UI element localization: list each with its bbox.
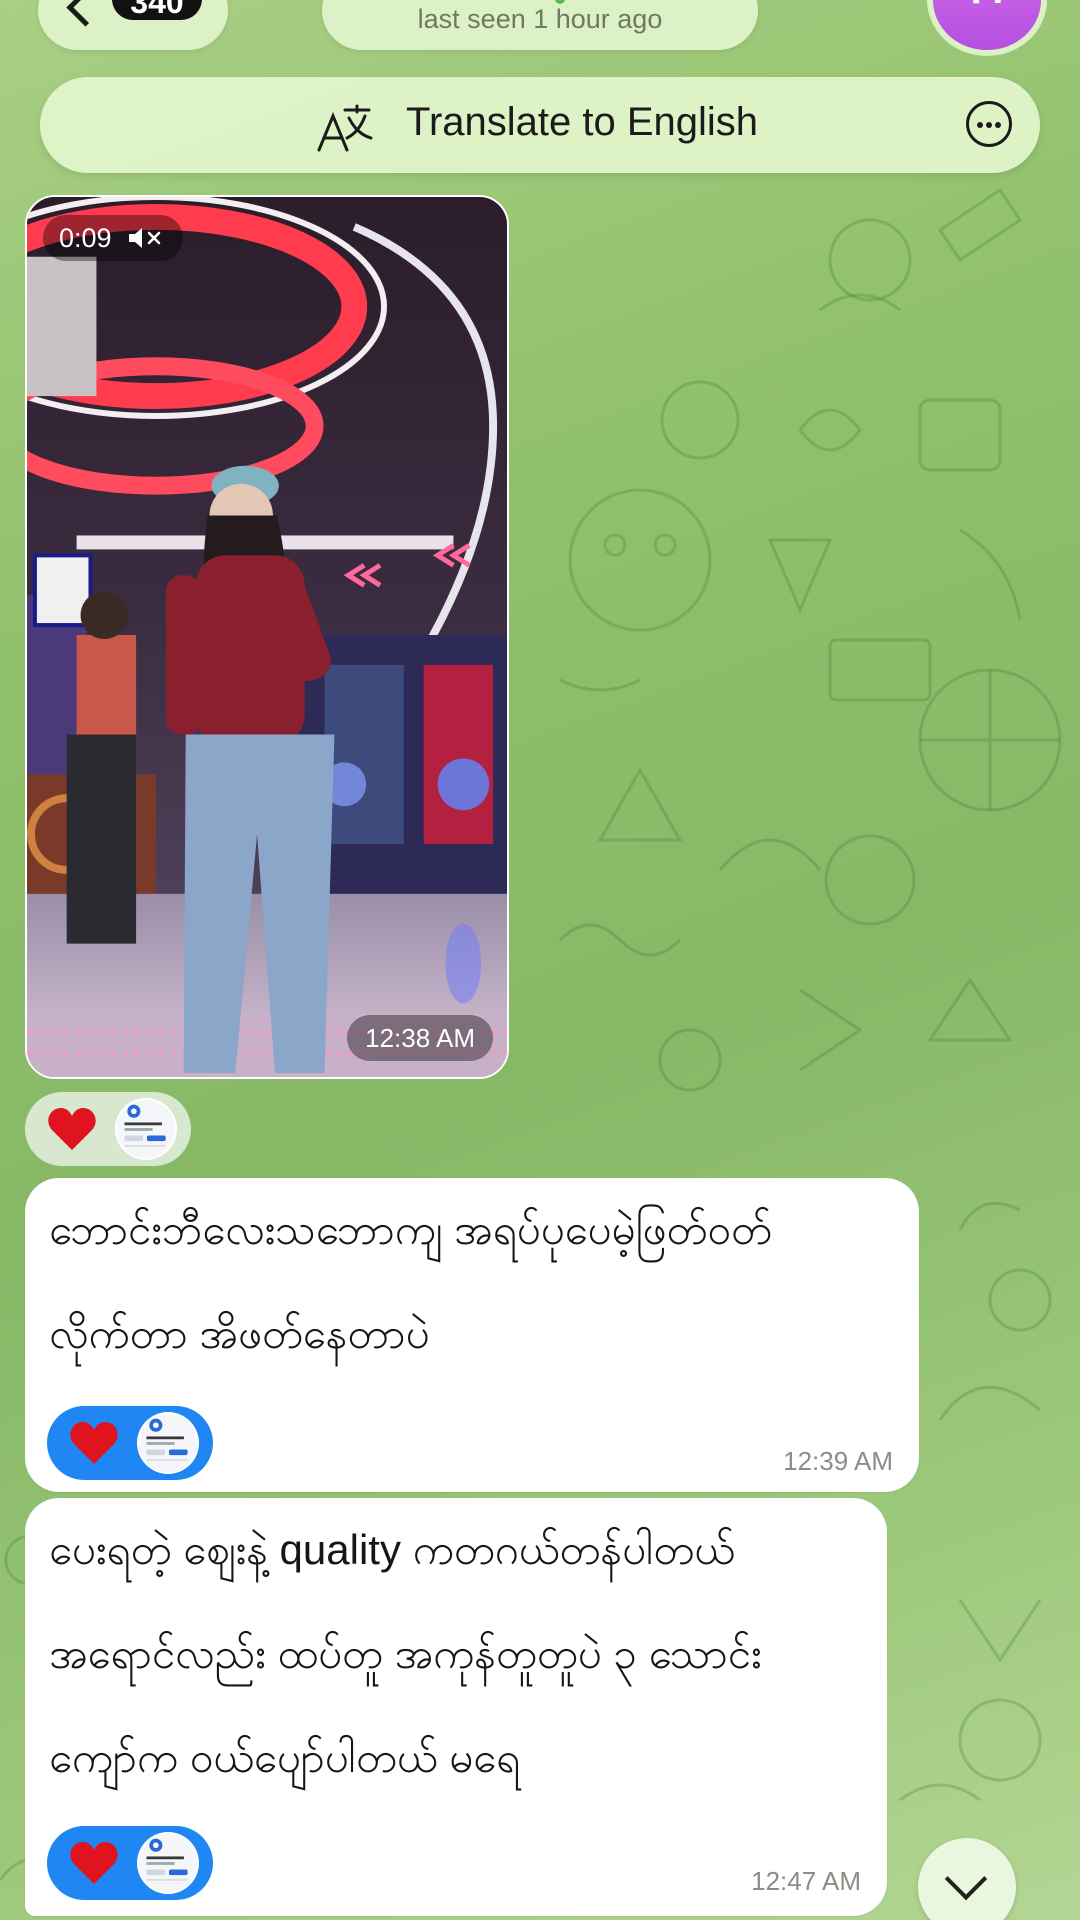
contact-avatar[interactable]: P.	[933, 0, 1041, 50]
muted-speaker-icon	[129, 227, 161, 248]
heart-icon	[70, 1842, 118, 1884]
message-time: 12:38 AM	[347, 1015, 493, 1061]
message-line: ဘောင်းဘီလေးသဘောကျ အရပ်ပုပေမဲ့ဖြတ်ဝတ်	[49, 1206, 772, 1253]
message-line: အရောင်လည်း ထပ်တူ အကုန်တူတူပဲ ၃ သောင်း	[49, 1630, 762, 1677]
heart-icon	[48, 1108, 96, 1150]
chevron-down-icon	[944, 1857, 988, 1901]
reaction-pill[interactable]	[25, 1092, 191, 1166]
message-bubble[interactable]: ဘောင်းဘီလေးသဘောကျ အရပ်ပုပေမဲ့ဖြတ်ဝတ် လို…	[25, 1178, 919, 1492]
video-message[interactable]: 0:09 12:38 AM	[25, 195, 509, 1079]
message-time: 12:47 AM	[751, 1866, 861, 1896]
more-options-icon[interactable]	[966, 101, 1012, 147]
scroll-to-bottom-button[interactable]	[918, 1838, 1016, 1920]
reactor-avatar	[137, 1412, 199, 1474]
video-duration: 0:09	[59, 223, 112, 253]
reactor-avatar	[115, 1098, 177, 1160]
message-bubble[interactable]: ပေးရတဲ့ ဈေးနဲ့ quality ကတဂယ်တန်ပါတယ် အရေ…	[25, 1498, 887, 1916]
message-line: ပေးရတဲ့ ဈေးနဲ့ quality ကတဂယ်တန်ပါတယ်	[49, 1526, 735, 1573]
reactor-avatar	[137, 1832, 199, 1894]
message-line: လိုက်တာ အိဖတ်နေတာပဲ	[49, 1310, 430, 1357]
unread-count-badge: 340	[112, 0, 202, 20]
video-thumbnail	[27, 197, 507, 1077]
reaction-pill[interactable]	[47, 1826, 213, 1900]
heart-icon	[70, 1422, 118, 1464]
reaction-pill[interactable]	[47, 1406, 213, 1480]
video-duration-badge: 0:09	[43, 215, 184, 261]
translate-icon	[317, 104, 373, 152]
translate-label[interactable]: Translate to English	[406, 100, 758, 145]
message-time: 12:39 AM	[783, 1446, 893, 1476]
message-line: ကျော်က ဝယ်ပျော်ပါတယ် မရေ	[49, 1734, 521, 1781]
last-seen-status: last seen 1 hour ago	[417, 4, 663, 34]
